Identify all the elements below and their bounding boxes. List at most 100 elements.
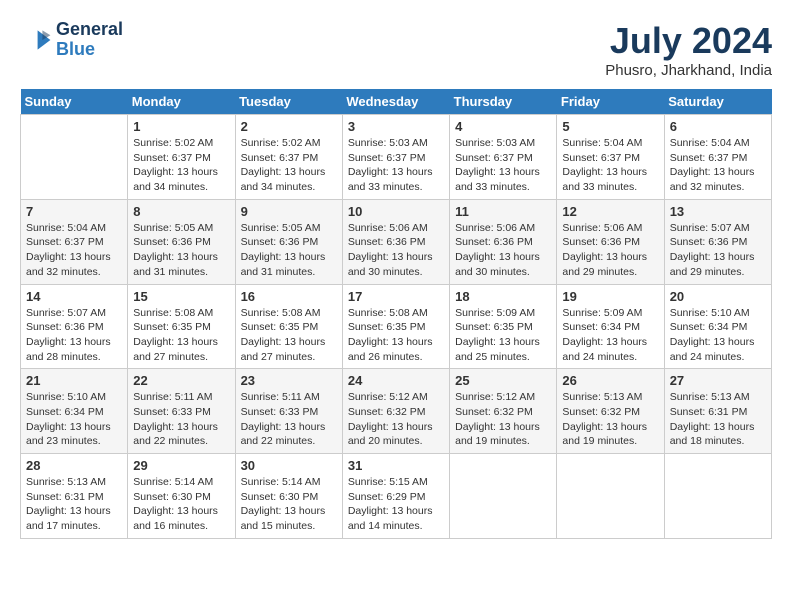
- col-monday: Monday: [128, 89, 235, 115]
- calendar-cell: 15 Sunrise: 5:08 AM Sunset: 6:35 PM Dayli…: [128, 284, 235, 369]
- day-number: 27: [670, 373, 766, 388]
- day-info: Sunrise: 5:07 AM Sunset: 6:36 PM Dayligh…: [26, 306, 122, 365]
- day-info: Sunrise: 5:11 AM Sunset: 6:33 PM Dayligh…: [133, 390, 229, 449]
- calendar-cell: 16 Sunrise: 5:08 AM Sunset: 6:35 PM Dayli…: [235, 284, 342, 369]
- col-sunday: Sunday: [21, 89, 128, 115]
- day-info: Sunrise: 5:11 AM Sunset: 6:33 PM Dayligh…: [241, 390, 337, 449]
- day-info: Sunrise: 5:06 AM Sunset: 6:36 PM Dayligh…: [562, 221, 658, 280]
- col-wednesday: Wednesday: [342, 89, 449, 115]
- day-number: 8: [133, 204, 229, 219]
- day-number: 28: [26, 458, 122, 473]
- day-number: 19: [562, 289, 658, 304]
- day-number: 16: [241, 289, 337, 304]
- calendar-table: Sunday Monday Tuesday Wednesday Thursday…: [20, 89, 772, 539]
- day-info: Sunrise: 5:02 AM Sunset: 6:37 PM Dayligh…: [241, 136, 337, 195]
- day-info: Sunrise: 5:04 AM Sunset: 6:37 PM Dayligh…: [670, 136, 766, 195]
- day-info: Sunrise: 5:13 AM Sunset: 6:32 PM Dayligh…: [562, 390, 658, 449]
- calendar-cell: 7Sunrise: 5:04 AM Sunset: 6:37 PM Daylig…: [21, 199, 128, 284]
- calendar-cell: [450, 454, 557, 539]
- day-info: Sunrise: 5:04 AM Sunset: 6:37 PM Dayligh…: [562, 136, 658, 195]
- calendar-cell: 4Sunrise: 5:03 AM Sunset: 6:37 PM Daylig…: [450, 115, 557, 200]
- calendar-cell: 20 Sunrise: 5:10 AM Sunset: 6:34 PM Dayli…: [664, 284, 771, 369]
- calendar-cell: 10 Sunrise: 5:06 AM Sunset: 6:36 PM Dayli…: [342, 199, 449, 284]
- calendar-cell: 31 Sunrise: 5:15 AM Sunset: 6:29 PM Dayli…: [342, 454, 449, 539]
- day-info: Sunrise: 5:14 AM Sunset: 6:30 PM Dayligh…: [133, 475, 229, 534]
- day-number: 11: [455, 204, 551, 219]
- calendar-cell: 30 Sunrise: 5:14 AM Sunset: 6:30 PM Dayli…: [235, 454, 342, 539]
- calendar-cell: [557, 454, 664, 539]
- day-number: 5: [562, 119, 658, 134]
- day-info: Sunrise: 5:02 AM Sunset: 6:37 PM Dayligh…: [133, 136, 229, 195]
- day-info: Sunrise: 5:05 AM Sunset: 6:36 PM Dayligh…: [241, 221, 337, 280]
- day-info: Sunrise: 5:09 AM Sunset: 6:34 PM Dayligh…: [562, 306, 658, 365]
- day-number: 20: [670, 289, 766, 304]
- day-number: 31: [348, 458, 444, 473]
- col-saturday: Saturday: [664, 89, 771, 115]
- calendar-cell: 11 Sunrise: 5:06 AM Sunset: 6:36 PM Dayli…: [450, 199, 557, 284]
- day-number: 21: [26, 373, 122, 388]
- day-info: Sunrise: 5:05 AM Sunset: 6:36 PM Dayligh…: [133, 221, 229, 280]
- calendar-cell: 12Sunrise: 5:06 AM Sunset: 6:36 PM Dayli…: [557, 199, 664, 284]
- day-info: Sunrise: 5:10 AM Sunset: 6:34 PM Dayligh…: [670, 306, 766, 365]
- day-number: 2: [241, 119, 337, 134]
- day-info: Sunrise: 5:12 AM Sunset: 6:32 PM Dayligh…: [348, 390, 444, 449]
- day-info: Sunrise: 5:10 AM Sunset: 6:34 PM Dayligh…: [26, 390, 122, 449]
- day-number: 26: [562, 373, 658, 388]
- day-number: 13: [670, 204, 766, 219]
- day-info: Sunrise: 5:07 AM Sunset: 6:36 PM Dayligh…: [670, 221, 766, 280]
- day-number: 23: [241, 373, 337, 388]
- day-number: 1: [133, 119, 229, 134]
- calendar-cell: 18 Sunrise: 5:09 AM Sunset: 6:35 PM Dayli…: [450, 284, 557, 369]
- day-number: 6: [670, 119, 766, 134]
- calendar-cell: 8 Sunrise: 5:05 AM Sunset: 6:36 PM Daylig…: [128, 199, 235, 284]
- logo-text: General Blue: [56, 20, 123, 60]
- logo-icon: [20, 24, 52, 56]
- day-number: 9: [241, 204, 337, 219]
- calendar-cell: 24Sunrise: 5:12 AM Sunset: 6:32 PM Dayli…: [342, 369, 449, 454]
- calendar-cell: 6 Sunrise: 5:04 AM Sunset: 6:37 PM Daylig…: [664, 115, 771, 200]
- day-number: 15: [133, 289, 229, 304]
- calendar-cell: 14Sunrise: 5:07 AM Sunset: 6:36 PM Dayli…: [21, 284, 128, 369]
- day-info: Sunrise: 5:14 AM Sunset: 6:30 PM Dayligh…: [241, 475, 337, 534]
- day-info: Sunrise: 5:06 AM Sunset: 6:36 PM Dayligh…: [348, 221, 444, 280]
- day-info: Sunrise: 5:15 AM Sunset: 6:29 PM Dayligh…: [348, 475, 444, 534]
- calendar-header-row: Sunday Monday Tuesday Wednesday Thursday…: [21, 89, 772, 115]
- calendar-cell: 9 Sunrise: 5:05 AM Sunset: 6:36 PM Daylig…: [235, 199, 342, 284]
- day-info: Sunrise: 5:03 AM Sunset: 6:37 PM Dayligh…: [455, 136, 551, 195]
- day-info: Sunrise: 5:08 AM Sunset: 6:35 PM Dayligh…: [348, 306, 444, 365]
- day-info: Sunrise: 5:13 AM Sunset: 6:31 PM Dayligh…: [26, 475, 122, 534]
- day-number: 29: [133, 458, 229, 473]
- calendar-cell: [664, 454, 771, 539]
- calendar-cell: 21 Sunrise: 5:10 AM Sunset: 6:34 PM Dayli…: [21, 369, 128, 454]
- calendar-cell: 29 Sunrise: 5:14 AM Sunset: 6:30 PM Dayli…: [128, 454, 235, 539]
- day-info: Sunrise: 5:13 AM Sunset: 6:31 PM Dayligh…: [670, 390, 766, 449]
- day-number: 30: [241, 458, 337, 473]
- day-number: 18: [455, 289, 551, 304]
- logo: General Blue: [20, 20, 123, 60]
- calendar-cell: 5 Sunrise: 5:04 AM Sunset: 6:37 PM Daylig…: [557, 115, 664, 200]
- month-year-title: July 2024: [605, 20, 772, 62]
- title-block: July 2024 Phusro, Jharkhand, India: [605, 20, 772, 79]
- day-info: Sunrise: 5:06 AM Sunset: 6:36 PM Dayligh…: [455, 221, 551, 280]
- day-number: 25: [455, 373, 551, 388]
- calendar-week-row: 7Sunrise: 5:04 AM Sunset: 6:37 PM Daylig…: [21, 199, 772, 284]
- calendar-week-row: 21 Sunrise: 5:10 AM Sunset: 6:34 PM Dayli…: [21, 369, 772, 454]
- calendar-week-row: 28 Sunrise: 5:13 AM Sunset: 6:31 PM Dayli…: [21, 454, 772, 539]
- page-header: General Blue July 2024 Phusro, Jharkhand…: [20, 20, 772, 79]
- day-number: 10: [348, 204, 444, 219]
- day-info: Sunrise: 5:09 AM Sunset: 6:35 PM Dayligh…: [455, 306, 551, 365]
- day-info: Sunrise: 5:08 AM Sunset: 6:35 PM Dayligh…: [133, 306, 229, 365]
- day-number: 3: [348, 119, 444, 134]
- day-number: 17: [348, 289, 444, 304]
- calendar-week-row: 1 Sunrise: 5:02 AM Sunset: 6:37 PM Daylig…: [21, 115, 772, 200]
- calendar-cell: 23 Sunrise: 5:11 AM Sunset: 6:33 PM Dayli…: [235, 369, 342, 454]
- calendar-cell: 17 Sunrise: 5:08 AM Sunset: 6:35 PM Dayli…: [342, 284, 449, 369]
- calendar-cell: 13 Sunrise: 5:07 AM Sunset: 6:36 PM Dayli…: [664, 199, 771, 284]
- day-info: Sunrise: 5:12 AM Sunset: 6:32 PM Dayligh…: [455, 390, 551, 449]
- calendar-cell: 25 Sunrise: 5:12 AM Sunset: 6:32 PM Dayli…: [450, 369, 557, 454]
- day-info: Sunrise: 5:08 AM Sunset: 6:35 PM Dayligh…: [241, 306, 337, 365]
- calendar-cell: 2 Sunrise: 5:02 AM Sunset: 6:37 PM Daylig…: [235, 115, 342, 200]
- calendar-cell: 28 Sunrise: 5:13 AM Sunset: 6:31 PM Dayli…: [21, 454, 128, 539]
- calendar-cell: 1 Sunrise: 5:02 AM Sunset: 6:37 PM Daylig…: [128, 115, 235, 200]
- calendar-cell: 3Sunrise: 5:03 AM Sunset: 6:37 PM Daylig…: [342, 115, 449, 200]
